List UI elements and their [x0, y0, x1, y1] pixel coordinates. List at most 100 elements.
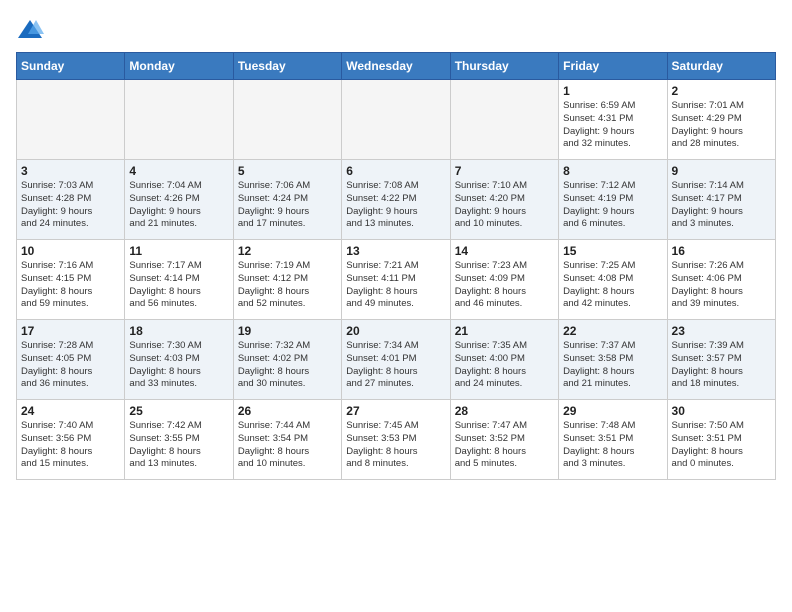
day-info: Sunrise: 7:50 AM Sunset: 3:51 PM Dayligh… [672, 420, 771, 471]
day-cell: 16 Sunrise: 7:26 AM Sunset: 4:06 PM Dayli… [667, 240, 775, 320]
day-cell: 15 Sunrise: 7:25 AM Sunset: 4:08 PM Dayli… [559, 240, 667, 320]
day-number: 18 [129, 324, 228, 338]
day-cell: 20 Sunrise: 7:34 AM Sunset: 4:01 PM Dayli… [342, 320, 450, 400]
header [16, 16, 776, 44]
day-number: 12 [238, 244, 337, 258]
day-cell: 17 Sunrise: 7:28 AM Sunset: 4:05 PM Dayli… [17, 320, 125, 400]
calendar-table: SundayMondayTuesdayWednesdayThursdayFrid… [16, 52, 776, 480]
day-number: 20 [346, 324, 445, 338]
day-number: 25 [129, 404, 228, 418]
day-header-sunday: Sunday [17, 53, 125, 80]
day-cell: 21 Sunrise: 7:35 AM Sunset: 4:00 PM Dayli… [450, 320, 558, 400]
day-number: 3 [21, 164, 120, 178]
week-row-2: 10 Sunrise: 7:16 AM Sunset: 4:15 PM Dayli… [17, 240, 776, 320]
day-number: 2 [672, 84, 771, 98]
day-header-saturday: Saturday [667, 53, 775, 80]
day-info: Sunrise: 7:34 AM Sunset: 4:01 PM Dayligh… [346, 340, 445, 391]
day-cell: 5 Sunrise: 7:06 AM Sunset: 4:24 PM Daylig… [233, 160, 341, 240]
week-row-0: 1 Sunrise: 6:59 AM Sunset: 4:31 PM Daylig… [17, 80, 776, 160]
day-cell: 3 Sunrise: 7:03 AM Sunset: 4:28 PM Daylig… [17, 160, 125, 240]
day-info: Sunrise: 7:16 AM Sunset: 4:15 PM Dayligh… [21, 260, 120, 311]
day-info: Sunrise: 6:59 AM Sunset: 4:31 PM Dayligh… [563, 100, 662, 151]
day-number: 4 [129, 164, 228, 178]
day-info: Sunrise: 7:28 AM Sunset: 4:05 PM Dayligh… [21, 340, 120, 391]
day-info: Sunrise: 7:17 AM Sunset: 4:14 PM Dayligh… [129, 260, 228, 311]
day-number: 13 [346, 244, 445, 258]
day-info: Sunrise: 7:39 AM Sunset: 3:57 PM Dayligh… [672, 340, 771, 391]
day-cell [342, 80, 450, 160]
day-number: 21 [455, 324, 554, 338]
day-cell: 19Sunrise: 7:32 AM Sunset: 4:02 PM Dayli… [233, 320, 341, 400]
day-cell: 8Sunrise: 7:12 AM Sunset: 4:19 PM Daylig… [559, 160, 667, 240]
day-header-wednesday: Wednesday [342, 53, 450, 80]
day-info: Sunrise: 7:25 AM Sunset: 4:08 PM Dayligh… [563, 260, 662, 311]
day-number: 11 [129, 244, 228, 258]
day-number: 8 [563, 164, 662, 178]
day-number: 5 [238, 164, 337, 178]
day-cell: 6 Sunrise: 7:08 AM Sunset: 4:22 PM Daylig… [342, 160, 450, 240]
day-info: Sunrise: 7:08 AM Sunset: 4:22 PM Dayligh… [346, 180, 445, 231]
day-number: 29 [563, 404, 662, 418]
day-cell: 25 Sunrise: 7:42 AM Sunset: 3:55 PM Dayli… [125, 400, 233, 480]
calendar-body: 1 Sunrise: 6:59 AM Sunset: 4:31 PM Daylig… [17, 80, 776, 480]
day-cell [450, 80, 558, 160]
day-info: Sunrise: 7:04 AM Sunset: 4:26 PM Dayligh… [129, 180, 228, 231]
day-header-friday: Friday [559, 53, 667, 80]
day-cell: 24 Sunrise: 7:40 AM Sunset: 3:56 PM Dayli… [17, 400, 125, 480]
logo [16, 16, 48, 44]
day-cell [17, 80, 125, 160]
day-info: Sunrise: 7:14 AM Sunset: 4:17 PM Dayligh… [672, 180, 771, 231]
day-cell: 7Sunrise: 7:10 AM Sunset: 4:20 PM Daylig… [450, 160, 558, 240]
day-cell: 14 Sunrise: 7:23 AM Sunset: 4:09 PM Dayli… [450, 240, 558, 320]
day-cell: 11 Sunrise: 7:17 AM Sunset: 4:14 PM Dayli… [125, 240, 233, 320]
day-cell [125, 80, 233, 160]
week-row-1: 3 Sunrise: 7:03 AM Sunset: 4:28 PM Daylig… [17, 160, 776, 240]
day-number: 24 [21, 404, 120, 418]
day-number: 19 [238, 324, 337, 338]
day-info: Sunrise: 7:40 AM Sunset: 3:56 PM Dayligh… [21, 420, 120, 471]
header-row: SundayMondayTuesdayWednesdayThursdayFrid… [17, 53, 776, 80]
day-cell: 22 Sunrise: 7:37 AM Sunset: 3:58 PM Dayli… [559, 320, 667, 400]
day-info: Sunrise: 7:03 AM Sunset: 4:28 PM Dayligh… [21, 180, 120, 231]
day-number: 30 [672, 404, 771, 418]
logo-icon [16, 16, 44, 44]
day-header-monday: Monday [125, 53, 233, 80]
day-header-tuesday: Tuesday [233, 53, 341, 80]
day-cell: 4 Sunrise: 7:04 AM Sunset: 4:26 PM Daylig… [125, 160, 233, 240]
day-number: 14 [455, 244, 554, 258]
day-info: Sunrise: 7:45 AM Sunset: 3:53 PM Dayligh… [346, 420, 445, 471]
day-cell: 1 Sunrise: 6:59 AM Sunset: 4:31 PM Daylig… [559, 80, 667, 160]
day-number: 27 [346, 404, 445, 418]
day-info: Sunrise: 7:26 AM Sunset: 4:06 PM Dayligh… [672, 260, 771, 311]
day-number: 1 [563, 84, 662, 98]
day-cell: 26Sunrise: 7:44 AM Sunset: 3:54 PM Dayli… [233, 400, 341, 480]
day-info: Sunrise: 7:10 AM Sunset: 4:20 PM Dayligh… [455, 180, 554, 231]
day-number: 16 [672, 244, 771, 258]
day-info: Sunrise: 7:47 AM Sunset: 3:52 PM Dayligh… [455, 420, 554, 471]
day-info: Sunrise: 7:23 AM Sunset: 4:09 PM Dayligh… [455, 260, 554, 311]
day-cell: 2 Sunrise: 7:01 AM Sunset: 4:29 PM Daylig… [667, 80, 775, 160]
day-info: Sunrise: 7:37 AM Sunset: 3:58 PM Dayligh… [563, 340, 662, 391]
day-info: Sunrise: 7:42 AM Sunset: 3:55 PM Dayligh… [129, 420, 228, 471]
day-cell: 23 Sunrise: 7:39 AM Sunset: 3:57 PM Dayli… [667, 320, 775, 400]
week-row-3: 17 Sunrise: 7:28 AM Sunset: 4:05 PM Dayli… [17, 320, 776, 400]
day-number: 28 [455, 404, 554, 418]
day-number: 6 [346, 164, 445, 178]
day-cell: 13Sunrise: 7:21 AM Sunset: 4:11 PM Dayli… [342, 240, 450, 320]
day-number: 17 [21, 324, 120, 338]
week-row-4: 24 Sunrise: 7:40 AM Sunset: 3:56 PM Dayli… [17, 400, 776, 480]
day-cell: 29Sunrise: 7:48 AM Sunset: 3:51 PM Dayli… [559, 400, 667, 480]
day-number: 10 [21, 244, 120, 258]
day-cell: 30 Sunrise: 7:50 AM Sunset: 3:51 PM Dayli… [667, 400, 775, 480]
day-number: 9 [672, 164, 771, 178]
day-cell [233, 80, 341, 160]
day-cell: 27 Sunrise: 7:45 AM Sunset: 3:53 PM Dayli… [342, 400, 450, 480]
day-info: Sunrise: 7:06 AM Sunset: 4:24 PM Dayligh… [238, 180, 337, 231]
day-info: Sunrise: 7:35 AM Sunset: 4:00 PM Dayligh… [455, 340, 554, 391]
day-number: 22 [563, 324, 662, 338]
day-info: Sunrise: 7:44 AM Sunset: 3:54 PM Dayligh… [238, 420, 337, 471]
day-number: 23 [672, 324, 771, 338]
day-number: 15 [563, 244, 662, 258]
day-cell: 28 Sunrise: 7:47 AM Sunset: 3:52 PM Dayli… [450, 400, 558, 480]
day-info: Sunrise: 7:01 AM Sunset: 4:29 PM Dayligh… [672, 100, 771, 151]
